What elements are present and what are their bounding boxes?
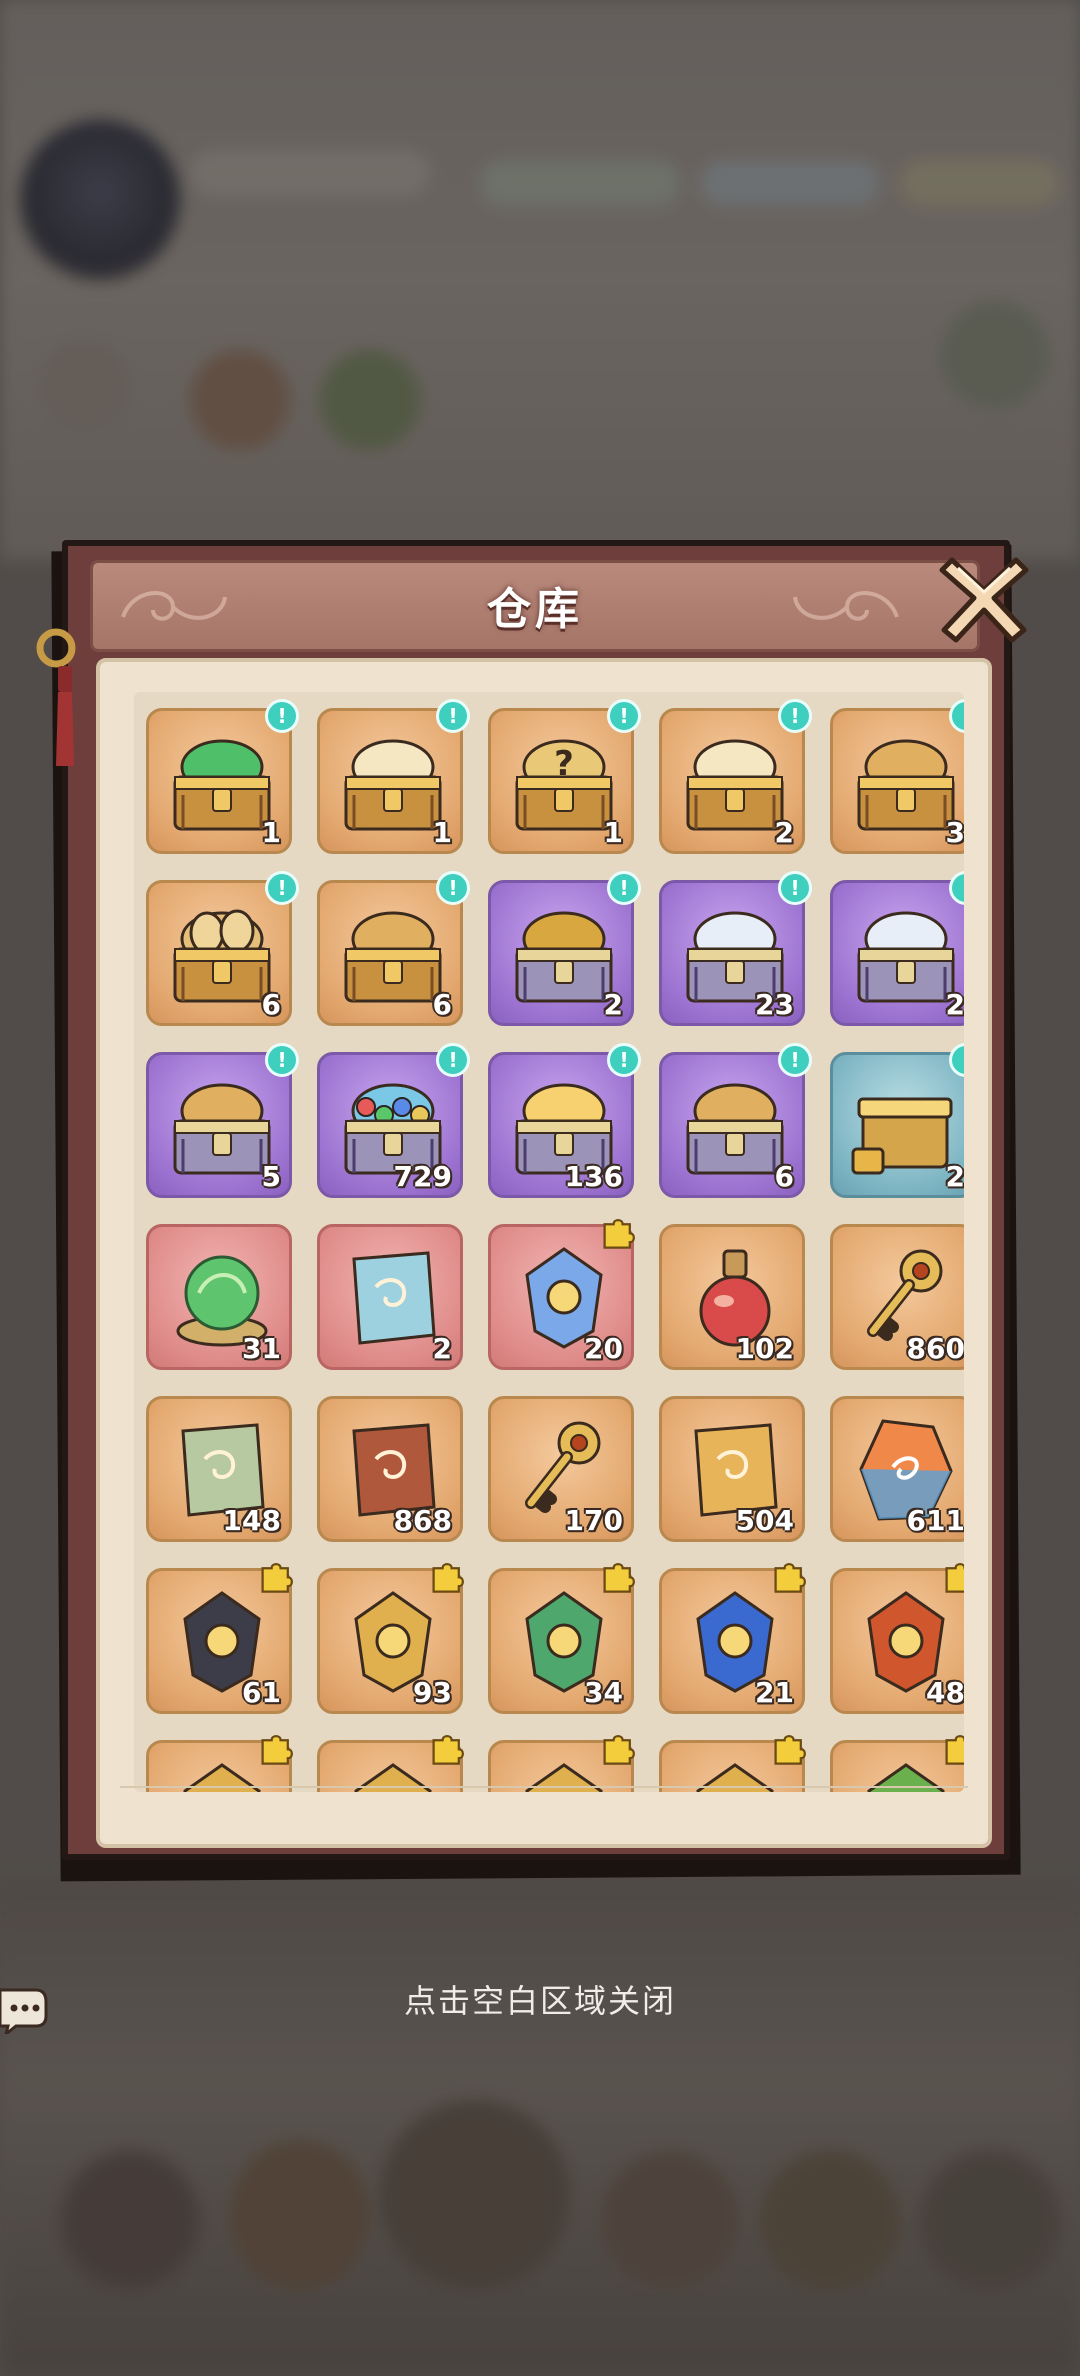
inventory-item[interactable]: 21 bbox=[659, 1563, 806, 1714]
inventory-item[interactable] bbox=[659, 1735, 806, 1792]
inventory-item[interactable]: 6! bbox=[317, 871, 470, 1026]
inventory-item[interactable]: 860 bbox=[830, 1224, 964, 1370]
inventory-item[interactable]: 48 bbox=[830, 1563, 964, 1714]
item-quantity: 1 bbox=[432, 816, 452, 849]
inventory-item[interactable]: 3! bbox=[830, 699, 964, 854]
inventory-item[interactable]: 34 bbox=[488, 1563, 635, 1714]
item-quantity: 93 bbox=[413, 1676, 452, 1709]
puzzle-piece-icon bbox=[432, 1563, 464, 1593]
inventory-item[interactable]: 102 bbox=[659, 1224, 805, 1370]
modal-header: 仓库 bbox=[90, 560, 980, 652]
item-quantity: 102 bbox=[735, 1332, 794, 1365]
inventory-item[interactable]: 136! bbox=[488, 1043, 641, 1198]
item-quantity: 2 bbox=[774, 816, 794, 849]
inventory-item[interactable]: 5! bbox=[146, 1043, 299, 1198]
item-quantity: 1 bbox=[261, 816, 281, 849]
item-quantity: 5 bbox=[261, 1160, 281, 1193]
item-quantity: 34 bbox=[584, 1676, 623, 1709]
inventory-item[interactable]: ? 1! bbox=[488, 699, 641, 854]
inventory-item[interactable]: 2! bbox=[659, 699, 812, 854]
close-icon[interactable] bbox=[934, 546, 1034, 646]
inventory-item[interactable]: 729! bbox=[317, 1043, 470, 1198]
inventory-item[interactable]: 1! bbox=[317, 699, 470, 854]
new-alert-icon: ! bbox=[265, 699, 299, 733]
inventory-item[interactable]: 31 bbox=[146, 1224, 292, 1370]
item-quantity: 504 bbox=[735, 1504, 794, 1537]
new-alert-icon: ! bbox=[436, 871, 470, 905]
item-quantity: 868 bbox=[393, 1504, 452, 1537]
inventory-item[interactable]: 148 bbox=[146, 1396, 292, 1542]
inventory-grid[interactable]: 1!1!?1!2!3!6!6!2!23!2!5!729!136!6!2!3122… bbox=[134, 692, 964, 1792]
item-quantity: 6 bbox=[261, 988, 281, 1021]
inventory-item[interactable]: 1! bbox=[146, 699, 299, 854]
warehouse-modal: 仓库 1!1!?1!2!3!6!6!2!23!2!5!729!136!6!2!3… bbox=[36, 540, 1029, 1882]
modal-frame: 仓库 1!1!?1!2!3!6!6!2!23!2!5!729!136!6!2!3… bbox=[36, 540, 1029, 1860]
inventory-item[interactable]: 61 bbox=[146, 1563, 293, 1714]
inventory-item[interactable]: 20 bbox=[488, 1219, 635, 1370]
new-alert-icon: ! bbox=[778, 871, 812, 905]
item-quantity: 2 bbox=[432, 1332, 452, 1365]
new-alert-icon: ! bbox=[265, 1043, 299, 1077]
inventory-item[interactable] bbox=[830, 1735, 964, 1792]
item-quantity: 31 bbox=[242, 1332, 281, 1365]
chat-bubble-icon[interactable] bbox=[0, 1984, 48, 2034]
inventory-item[interactable]: 611 bbox=[830, 1396, 964, 1542]
tassel-icon bbox=[36, 628, 76, 766]
inventory-item[interactable] bbox=[317, 1735, 464, 1792]
new-alert-icon: ! bbox=[436, 699, 470, 733]
new-alert-icon: ! bbox=[778, 1043, 812, 1077]
puzzle-piece-icon bbox=[603, 1563, 635, 1593]
item-quantity: 136 bbox=[564, 1160, 623, 1193]
puzzle-piece-icon bbox=[774, 1735, 806, 1765]
inventory-item[interactable]: 23! bbox=[659, 871, 812, 1026]
new-alert-icon: ! bbox=[265, 871, 299, 905]
item-quantity: 23 bbox=[755, 988, 794, 1021]
inventory-item[interactable]: 868 bbox=[317, 1396, 463, 1542]
inventory-item[interactable] bbox=[146, 1735, 293, 1792]
puzzle-piece-icon bbox=[945, 1735, 964, 1765]
new-alert-icon: ! bbox=[607, 699, 641, 733]
item-quantity: 170 bbox=[564, 1504, 623, 1537]
item-quantity: 48 bbox=[926, 1676, 964, 1709]
new-alert-icon: ! bbox=[607, 1043, 641, 1077]
inventory-item[interactable]: 93 bbox=[317, 1563, 464, 1714]
item-quantity: 2 bbox=[603, 988, 623, 1021]
item-quantity: 61 bbox=[242, 1676, 281, 1709]
item-quantity: 6 bbox=[432, 988, 452, 1021]
new-alert-icon: ! bbox=[607, 871, 641, 905]
puzzle-piece-icon bbox=[432, 1735, 464, 1765]
modal-title: 仓库 bbox=[487, 584, 583, 635]
item-quantity: 148 bbox=[222, 1504, 281, 1537]
puzzle-piece-icon bbox=[945, 1563, 964, 1593]
inventory-item[interactable]: 170 bbox=[488, 1396, 634, 1542]
inventory-panel: 1!1!?1!2!3!6!6!2!23!2!5!729!136!6!2!3122… bbox=[96, 658, 992, 1848]
puzzle-piece-icon bbox=[603, 1219, 635, 1249]
item-quantity: 729 bbox=[393, 1160, 452, 1193]
inventory-item[interactable] bbox=[488, 1735, 635, 1792]
inventory-item[interactable]: 6! bbox=[659, 1043, 812, 1198]
item-quantity: 2 bbox=[945, 988, 964, 1021]
item-quantity: 611 bbox=[906, 1504, 964, 1537]
inventory-item[interactable]: 504 bbox=[659, 1396, 805, 1542]
item-quantity: 6 bbox=[774, 1160, 794, 1193]
puzzle-piece-icon bbox=[603, 1735, 635, 1765]
item-quantity: 2 bbox=[945, 1160, 964, 1193]
item-quantity: 860 bbox=[906, 1332, 964, 1365]
new-alert-icon: ! bbox=[778, 699, 812, 733]
new-alert-icon: ! bbox=[436, 1043, 470, 1077]
panel-bottom-border bbox=[120, 1786, 968, 1828]
inventory-item[interactable]: 6! bbox=[146, 871, 299, 1026]
close-hint: 点击空白区域关闭 bbox=[403, 1982, 676, 2020]
inventory-item[interactable]: 2! bbox=[830, 1043, 964, 1198]
puzzle-piece-icon bbox=[261, 1563, 293, 1593]
inventory-item[interactable]: 2! bbox=[488, 871, 641, 1026]
puzzle-piece-icon bbox=[774, 1563, 806, 1593]
item-quantity: 1 bbox=[603, 816, 623, 849]
item-quantity: 3 bbox=[945, 816, 964, 849]
inventory-item[interactable]: 2 bbox=[317, 1224, 463, 1370]
item-quantity: 21 bbox=[755, 1676, 794, 1709]
puzzle-piece-icon bbox=[261, 1735, 293, 1765]
inventory-item[interactable]: 2! bbox=[830, 871, 964, 1026]
item-quantity: 20 bbox=[584, 1332, 623, 1365]
